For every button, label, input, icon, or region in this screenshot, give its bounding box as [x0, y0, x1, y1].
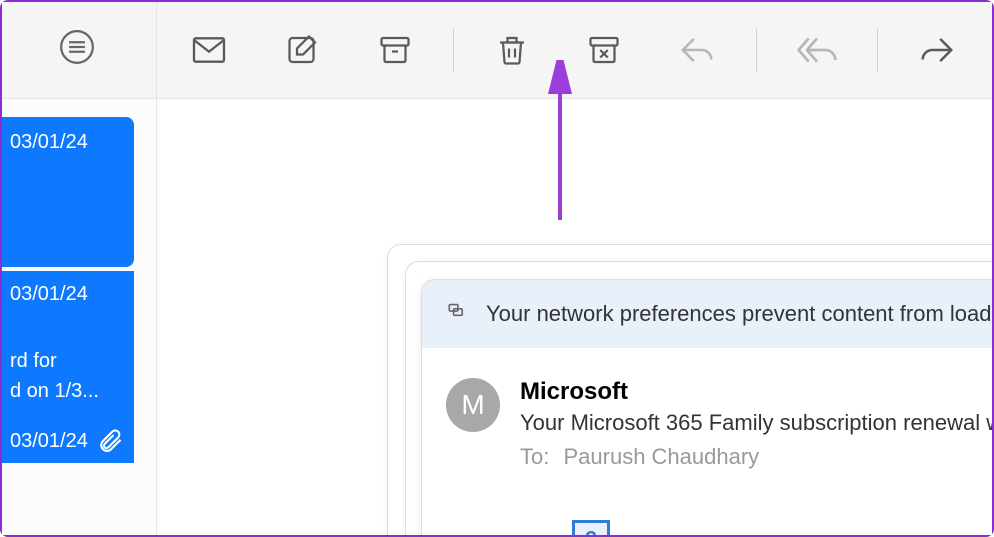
- sidebar-header: [2, 2, 156, 99]
- recipient-name[interactable]: Paurush Chaudhary: [563, 444, 759, 469]
- main-pane: Your network preferences prevent content…: [157, 2, 992, 535]
- paperclip-icon: [96, 427, 124, 461]
- mail-list-item[interactable]: 03/01/24: [2, 117, 134, 267]
- mail-date: 03/01/24: [10, 279, 120, 306]
- email-body: ?: [422, 480, 992, 535]
- mail-list-item[interactable]: 03/01/24: [2, 416, 134, 463]
- mail-snippet: rd for d on 1/3...: [10, 346, 120, 406]
- to-label: To:: [520, 444, 549, 469]
- toolbar: [157, 2, 992, 99]
- message-list-sidebar: 03/01/24 03/01/24 rd for d on 1/3... 03/…: [2, 2, 157, 535]
- blocked-image-placeholder[interactable]: ?: [572, 520, 610, 535]
- privacy-banner[interactable]: Your network preferences prevent content…: [422, 280, 992, 348]
- archive-icon[interactable]: [377, 32, 413, 68]
- subject-line: Your Microsoft 365 Family subscription r…: [520, 410, 992, 436]
- compose-icon[interactable]: [285, 32, 321, 68]
- junk-icon[interactable]: [586, 32, 622, 68]
- toolbar-divider: [756, 28, 757, 72]
- message-card: Your network preferences prevent content…: [421, 279, 992, 535]
- recipient-line: To: Paurush Chaudhary: [520, 444, 992, 470]
- menu-icon[interactable]: [58, 28, 100, 70]
- reply-icon[interactable]: [678, 31, 716, 69]
- privacy-banner-text: Your network preferences prevent content…: [486, 301, 992, 327]
- forward-icon[interactable]: [918, 31, 956, 69]
- avatar[interactable]: M: [446, 378, 500, 432]
- mail-list-item[interactable]: 03/01/24 rd for d on 1/3...: [2, 271, 134, 416]
- sender-name[interactable]: Microsoft: [520, 378, 992, 406]
- reply-all-icon[interactable]: [797, 30, 837, 70]
- windows-icon: [446, 298, 472, 330]
- mail-date: 03/01/24: [10, 127, 120, 154]
- trash-icon[interactable]: [494, 32, 530, 68]
- message-content: Your network preferences prevent content…: [157, 99, 992, 535]
- toolbar-divider: [877, 28, 878, 72]
- mark-unread-icon[interactable]: [189, 30, 229, 70]
- toolbar-divider: [453, 28, 454, 72]
- email-header: M Microsoft Your Microsoft 365 Family su…: [422, 348, 992, 480]
- mail-list: 03/01/24 03/01/24 rd for d on 1/3... 03/…: [2, 99, 156, 535]
